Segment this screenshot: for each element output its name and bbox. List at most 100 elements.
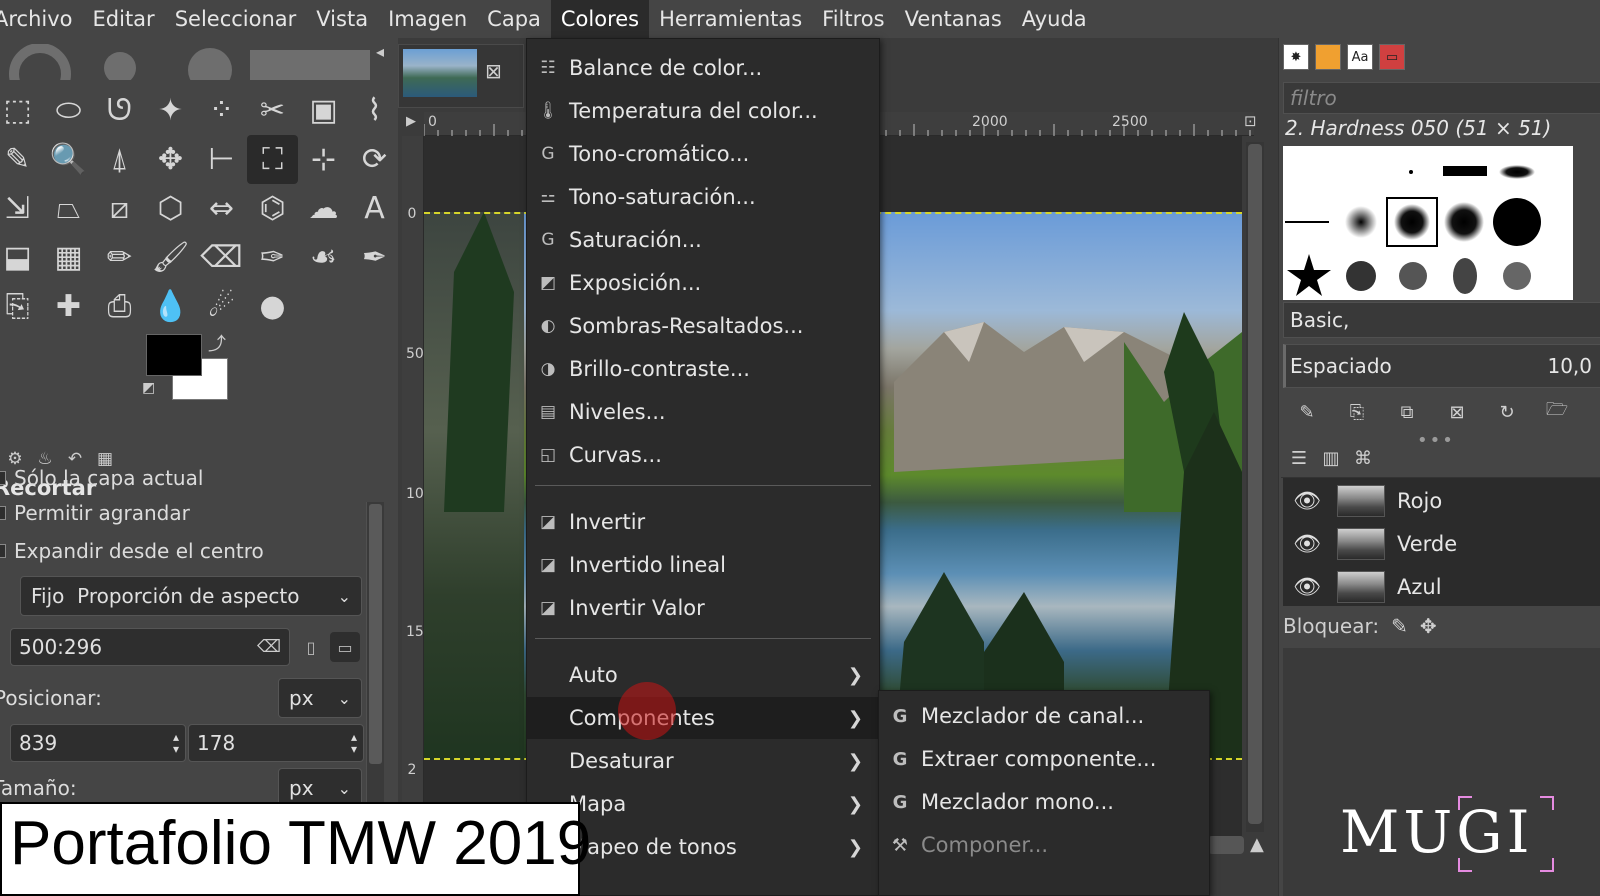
brush-preview[interactable] [1453,258,1477,294]
scissors-icon[interactable]: ✂ [247,86,298,135]
portrait-icon[interactable]: ▯ [296,632,326,662]
canvas-vertical-scrollbar[interactable] [1246,142,1264,832]
menu-item[interactable]: Auto ❯ [527,654,879,696]
menu-item[interactable]: ◐ Sombras-Resaltados... [527,305,879,347]
foreground-select-icon[interactable]: ▣ [298,86,349,135]
fonts-icon[interactable]: Aa [1347,44,1373,70]
eraser-icon[interactable]: ⌫ [196,233,247,282]
select-by-color-icon[interactable]: ⁘ [196,86,247,135]
menu-seleccionar[interactable]: Seleccionar [165,0,307,38]
fixed-aspect-dropdown[interactable]: Fijo Proporción de aspecto ⌄ [20,576,362,616]
paths-icon[interactable]: ⌘ [1351,447,1375,471]
layers-icon[interactable]: ☰ [1287,447,1311,471]
rect-select-icon[interactable]: ⬚ [0,86,43,135]
text-icon[interactable]: A [349,184,400,233]
flip-icon[interactable]: ⇔ [196,184,247,233]
menu-item[interactable]: ⚍ Tono-saturación... [527,176,879,218]
edit-brush-icon[interactable]: ✎ [1295,400,1319,424]
canvas-horizontal-scrollbar[interactable] [1208,836,1244,854]
menu-item[interactable]: ◪ Invertir Valor [527,587,879,629]
menu-editar[interactable]: Editar [83,0,165,38]
eye-icon[interactable]: 👁 [1283,489,1331,514]
zoom-icon[interactable]: 🔍 [43,135,94,184]
channel-row[interactable]: 👁 Verde [1283,523,1600,565]
submenu-item[interactable]: G Mezclador de canal... [879,695,1209,737]
bucket-fill-icon[interactable]: ⬓ [0,233,43,282]
reset-colors-icon[interactable]: ◩ [142,380,155,396]
menu-filtros[interactable]: Filtros [812,0,894,38]
brush-preview[interactable] [1399,262,1427,290]
lock-position-icon[interactable]: ✥ [1420,614,1437,638]
menu-archivo[interactable]: Archivo [0,0,83,38]
checkbox-box[interactable] [0,506,6,520]
menu-item[interactable]: ▤ Niveles... [527,391,879,433]
lasso-icon[interactable]: ᘎ [94,86,145,135]
new-brush-icon[interactable]: ⎘ [1345,400,1369,424]
shear-icon[interactable]: ⏢ [43,184,94,233]
airbrush-icon[interactable]: ✑ [247,233,298,282]
menu-item[interactable]: G Saturación... [527,219,879,261]
scrollbar-thumb[interactable] [369,504,382,764]
menu-item[interactable]: 🌡 Temperatura del color... [527,90,879,132]
brush-preview[interactable] [1409,170,1413,174]
menu-item[interactable]: G Tono-cromático... [527,133,879,175]
channels-icon[interactable]: ▥ [1319,447,1343,471]
clear-field-icon[interactable]: ⌫ [257,637,281,657]
position-unit-dropdown[interactable]: px ⌄ [278,678,362,718]
landscape-icon[interactable]: ▭ [330,632,360,662]
brush-preview[interactable] [1503,262,1531,290]
vertical-ruler[interactable]: 0 500 1000 1500 2 [402,136,442,836]
perspective-clone-icon[interactable]: ⎙ [94,282,145,331]
menu-herramientas[interactable]: Herramientas [649,0,812,38]
position-y-input[interactable]: 178 ▴ ▾ [188,724,364,762]
position-x-input[interactable]: 839 ▴ ▾ [10,724,186,762]
heal-icon[interactable]: ✚ [43,282,94,331]
menu-item[interactable]: ◩ Exposición... [527,262,879,304]
menu-item[interactable]: Desaturar ❯ [527,740,879,782]
menu-item[interactable]: ◪ Invertido lineal [527,544,879,586]
tab-menu-icon[interactable]: ◂ [376,42,384,61]
gradients-icon[interactable]: ▭ [1379,44,1405,70]
tool-options-scrollbar[interactable] [366,502,384,802]
allow-growing-checkbox[interactable]: Permitir agrandar [0,501,190,525]
image-tab-thumbnail[interactable] [403,49,477,97]
mypaint-icon[interactable]: ✒ [349,233,400,282]
paths-icon[interactable]: ⌇ [349,86,400,135]
delete-brush-icon[interactable]: ⊠ [1445,400,1469,424]
smudge-icon[interactable]: ☄ [196,282,247,331]
scrollbar-thumb[interactable] [1248,144,1262,824]
menu-ventanas[interactable]: Ventanas [895,0,1012,38]
brush-preview[interactable] [1287,254,1331,296]
brush-preview[interactable] [1394,204,1430,240]
brush-preview[interactable] [1444,202,1484,242]
menu-ayuda[interactable]: Ayuda [1012,0,1097,38]
gradient-icon[interactable]: ▦ [43,233,94,282]
menu-item[interactable]: Componentes❯ [527,697,879,739]
paintbrush-icon[interactable]: 🖌 [145,233,196,282]
submenu-item[interactable]: G Mezclador mono... [879,781,1209,823]
color-picker-icon[interactable]: ✎ [0,135,43,184]
ink-icon[interactable]: ☙ [298,233,349,282]
expand-from-center-checkbox[interactable]: Expandir desde el centro [0,539,264,563]
ellipse-select-icon[interactable]: ⬭ [43,86,94,135]
brush-preview[interactable] [1345,206,1377,238]
menu-colores[interactable]: Colores [550,0,650,38]
magic-wand-icon[interactable]: ✦ [145,86,196,135]
menu-vista[interactable]: Vista [306,0,378,38]
blur-icon[interactable]: 💧 [145,282,196,331]
channel-row[interactable]: 👁 Azul [1283,566,1600,608]
pencil-icon[interactable]: ✏ [94,233,145,282]
menu-item[interactable]: ◱ Curvas... [527,434,879,476]
brush-grid[interactable] [1283,146,1573,300]
refresh-brushes-icon[interactable]: ↻ [1495,400,1519,424]
clone-icon[interactable]: ⎘ [0,282,43,331]
open-folder-icon[interactable]: 🗁 [1545,399,1569,424]
menu-item[interactable]: ◑ Brillo-contraste... [527,348,879,390]
eye-icon[interactable]: 👁 [1283,575,1331,600]
image-tab[interactable]: ⊠ [398,44,524,108]
crop-icon[interactable]: ⛶ [247,135,298,184]
brushes-icon[interactable]: ✸ [1283,44,1309,70]
patterns-icon[interactable] [1315,44,1341,70]
zoom-image-icon[interactable]: ⊡ [1244,112,1264,134]
brush-preview[interactable] [1493,198,1541,246]
